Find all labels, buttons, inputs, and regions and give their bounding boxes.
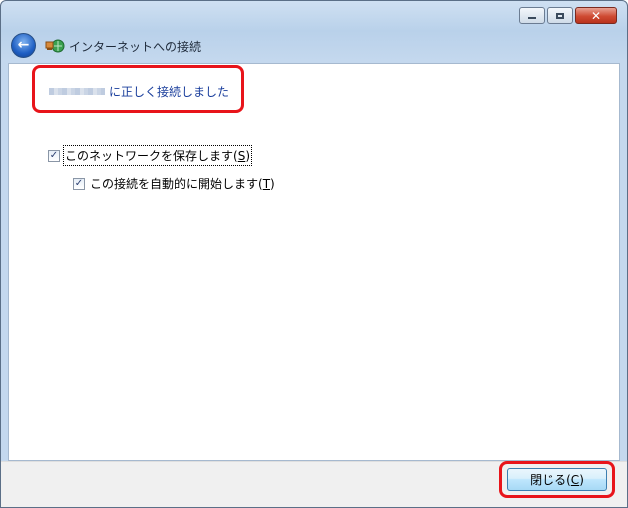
auto-start-checkbox[interactable]: ✓ bbox=[73, 177, 85, 190]
save-network-checkbox[interactable]: ✓ bbox=[48, 149, 60, 162]
network-connection-icon bbox=[45, 39, 65, 53]
minimize-icon bbox=[528, 17, 536, 19]
title-bar[interactable]: ✕ bbox=[1, 1, 627, 31]
network-name-blurred bbox=[49, 88, 105, 95]
navigation-bar: ← インターネットへの接続 bbox=[1, 31, 627, 63]
checkmark-icon: ✓ bbox=[49, 149, 59, 161]
dialog-window: ✕ ← インターネットへの接続 に正しく接続しました ✓ このネットワークを保存… bbox=[0, 0, 628, 508]
save-network-option[interactable]: ✓ このネットワークを保存します(S) bbox=[48, 145, 252, 166]
close-icon: ✕ bbox=[590, 8, 602, 23]
auto-start-label[interactable]: この接続を自動的に開始します(T) bbox=[90, 175, 275, 192]
auto-start-option[interactable]: ✓ この接続を自動的に開始します(T) bbox=[73, 175, 275, 192]
minimize-button[interactable] bbox=[519, 7, 545, 24]
close-button[interactable]: 閉じる(C) bbox=[507, 468, 607, 491]
connection-status-message: に正しく接続しました bbox=[109, 85, 230, 99]
close-window-button[interactable]: ✕ bbox=[575, 7, 617, 24]
back-button[interactable]: ← bbox=[11, 33, 36, 58]
content-panel: に正しく接続しました ✓ このネットワークを保存します(S) ✓ この接続を自動… bbox=[8, 63, 620, 461]
window-controls: ✕ bbox=[519, 7, 617, 24]
maximize-button[interactable] bbox=[547, 7, 573, 24]
checkmark-icon: ✓ bbox=[74, 177, 84, 189]
dialog-title: インターネットへの接続 bbox=[69, 40, 202, 54]
save-network-label[interactable]: このネットワークを保存します(S) bbox=[63, 145, 252, 166]
back-arrow-icon: ← bbox=[17, 37, 30, 53]
maximize-icon bbox=[556, 12, 564, 19]
